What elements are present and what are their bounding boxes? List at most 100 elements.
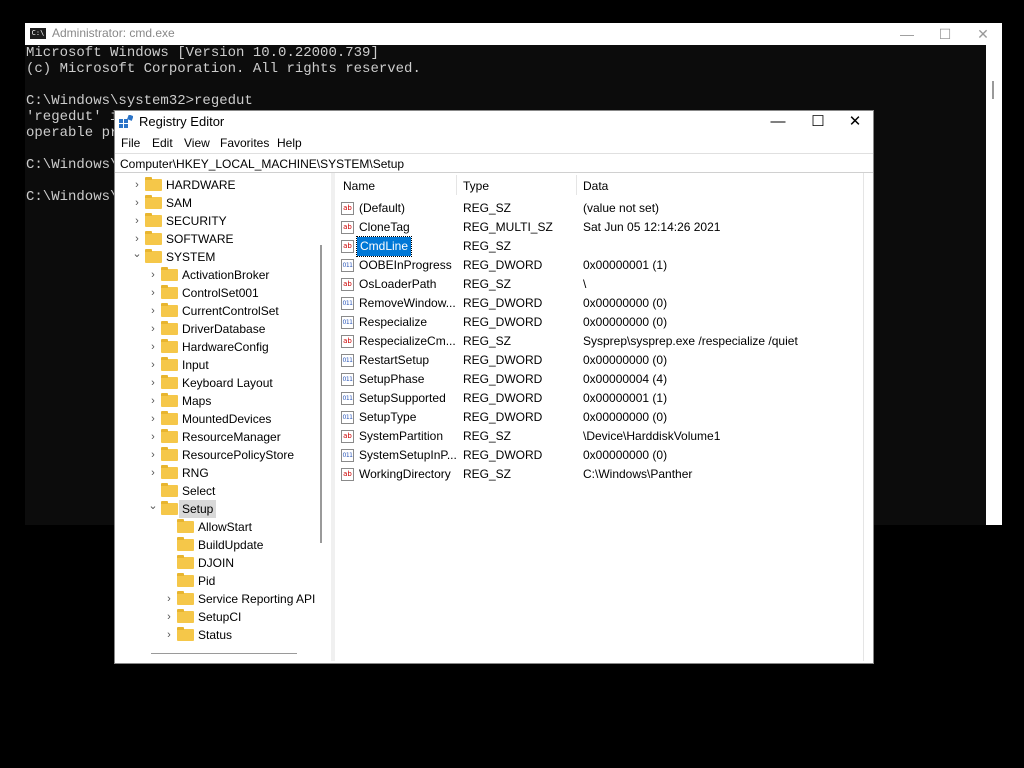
value-name[interactable]: CmdLine	[355, 236, 413, 257]
tree-node-label[interactable]: HARDWARE	[166, 176, 236, 194]
tree-node-label[interactable]: DJOIN	[198, 554, 234, 572]
tree-node[interactable]: › RNG	[119, 464, 319, 482]
chevron-right-icon[interactable]: ›	[131, 176, 143, 194]
tree-node[interactable]: › Service Reporting API	[119, 590, 319, 608]
registry-values-list[interactable]: Name Type Data ab (Default) REG_SZ (value n…	[335, 173, 869, 661]
tree-node[interactable]: › ResourcePolicyStore	[119, 446, 319, 464]
cmd-maximize-button[interactable]: ☐	[926, 23, 964, 45]
address-bar[interactable]: Computer\HKEY_LOCAL_MACHINE\SYSTEM\Setup	[115, 153, 873, 173]
regedit-close-button[interactable]: ✕	[836, 111, 874, 133]
chevron-right-icon[interactable]: ›	[147, 410, 159, 428]
value-name[interactable]: SetupSupported	[359, 389, 446, 408]
tree-node[interactable]: › ResourceManager	[119, 428, 319, 446]
chevron-right-icon[interactable]: ›	[163, 626, 175, 644]
chevron-down-icon[interactable]: ⌄	[147, 497, 159, 515]
value-name[interactable]: SystemPartition	[359, 427, 443, 446]
tree-node[interactable]: › MountedDevices	[119, 410, 319, 428]
tree-node-label[interactable]: DriverDatabase	[182, 320, 265, 338]
tree-node[interactable]: › HARDWARE	[119, 176, 319, 194]
chevron-right-icon[interactable]: ›	[163, 590, 175, 608]
tree-node-label[interactable]: Service Reporting API	[198, 590, 315, 608]
tree-node[interactable]: › DriverDatabase	[119, 320, 319, 338]
regedit-title-bar[interactable]: Registry Editor — ☐ ✕	[115, 111, 873, 133]
chevron-down-icon[interactable]: ⌄	[131, 245, 143, 263]
tree-node[interactable]: › CurrentControlSet	[119, 302, 319, 320]
tree-node[interactable]: › Status	[119, 626, 319, 644]
menu-edit[interactable]: Edit	[152, 136, 173, 150]
tree-node[interactable]: ⌄ SYSTEM	[119, 248, 319, 266]
column-header-data[interactable]: Data	[583, 179, 608, 193]
chevron-right-icon[interactable]: ›	[147, 320, 159, 338]
tree-node-label[interactable]: Status	[198, 626, 232, 644]
value-row[interactable]: ab RespecializeCm... REG_SZ Sysprep\sysprep…	[335, 332, 865, 351]
chevron-right-icon[interactable]: ›	[163, 608, 175, 626]
tree-vertical-scrollbar-thumb[interactable]	[320, 245, 322, 543]
chevron-right-icon[interactable]: ›	[147, 446, 159, 464]
value-row[interactable]: 011 SetupType REG_DWORD 0x00000000 (0)	[335, 408, 865, 427]
column-divider[interactable]	[456, 175, 457, 195]
tree-node-label[interactable]: SECURITY	[166, 212, 227, 230]
tree-node-label[interactable]: SYSTEM	[166, 248, 215, 266]
tree-node-label[interactable]: RNG	[182, 464, 209, 482]
tree-vertical-scrollbar[interactable]	[317, 173, 327, 661]
menu-file[interactable]: File	[121, 136, 140, 150]
tree-node-label[interactable]: SetupCI	[198, 608, 241, 626]
tree-node[interactable]: BuildUpdate	[119, 536, 319, 554]
chevron-right-icon[interactable]: ›	[131, 194, 143, 212]
chevron-right-icon[interactable]: ›	[147, 284, 159, 302]
tree-node[interactable]: › SOFTWARE	[119, 230, 319, 248]
tree-node[interactable]: DJOIN	[119, 554, 319, 572]
value-row[interactable]: 011 RestartSetup REG_DWORD 0x00000000 (0)	[335, 351, 865, 370]
tree-node-label[interactable]: Setup	[179, 500, 217, 518]
value-row[interactable]: ab WorkingDirectory REG_SZ C:\Windows\Panth…	[335, 465, 865, 484]
tree-node-label[interactable]: Select	[182, 482, 215, 500]
value-name[interactable]: OsLoaderPath	[359, 275, 436, 294]
tree-horizontal-scrollbar-thumb[interactable]	[151, 653, 297, 654]
value-name[interactable]: CloneTag	[359, 218, 410, 237]
chevron-right-icon[interactable]: ›	[147, 356, 159, 374]
value-row[interactable]: ab CloneTag REG_MULTI_SZ Sat Jun 05 12:14:2…	[335, 218, 865, 237]
cmd-minimize-button[interactable]: —	[888, 23, 926, 45]
value-row[interactable]: ab CmdLine REG_SZ	[335, 236, 865, 257]
value-name[interactable]: (Default)	[359, 199, 405, 218]
value-row[interactable]: 011 SetupPhase REG_DWORD 0x00000004 (4)	[335, 370, 865, 389]
registry-editor-window[interactable]: Registry Editor — ☐ ✕ File Edit View Fav…	[114, 110, 874, 664]
value-name[interactable]: SystemSetupInP...	[359, 446, 457, 465]
tree-node-label[interactable]: AllowStart	[198, 518, 252, 536]
tree-node[interactable]: › ControlSet001	[119, 284, 319, 302]
tree-node-label[interactable]: MountedDevices	[182, 410, 271, 428]
value-name[interactable]: OOBEInProgress	[359, 256, 452, 275]
tree-node[interactable]: › SAM	[119, 194, 319, 212]
tree-node[interactable]: › ActivationBroker	[119, 266, 319, 284]
value-name[interactable]: SetupType	[359, 408, 416, 427]
tree-node-label[interactable]: Keyboard Layout	[182, 374, 273, 392]
value-name[interactable]: RestartSetup	[359, 351, 429, 370]
tree-node[interactable]: › Keyboard Layout	[119, 374, 319, 392]
registry-key-tree[interactable]: › HARDWARE › SAM › SECURITY › SOFTWARE ⌄ SYSTEM › A…	[119, 173, 320, 661]
tree-node-label[interactable]: SOFTWARE	[166, 230, 234, 248]
column-header-type[interactable]: Type	[463, 179, 489, 193]
tree-node-label[interactable]: BuildUpdate	[198, 536, 263, 554]
cmd-scrollbar[interactable]	[986, 45, 1002, 525]
value-name[interactable]: Respecialize	[359, 313, 427, 332]
cmd-close-button[interactable]: ✕	[964, 23, 1002, 45]
menu-favorites[interactable]: Favorites	[220, 136, 269, 150]
tree-node[interactable]: ⌄ Setup	[119, 500, 319, 518]
address-path[interactable]: Computer\HKEY_LOCAL_MACHINE\SYSTEM\Setup	[120, 154, 404, 174]
value-row[interactable]: 011 RemoveWindow... REG_DWORD 0x00000000 (0…	[335, 294, 865, 313]
tree-node-label[interactable]: ControlSet001	[182, 284, 259, 302]
cmd-scrollbar-thumb[interactable]	[992, 81, 994, 99]
value-name[interactable]: RemoveWindow...	[359, 294, 456, 313]
tree-node[interactable]: › SetupCI	[119, 608, 319, 626]
chevron-right-icon[interactable]: ›	[147, 302, 159, 320]
menu-help[interactable]: Help	[277, 136, 302, 150]
value-name[interactable]: RespecializeCm...	[359, 332, 456, 351]
chevron-right-icon[interactable]: ›	[147, 374, 159, 392]
value-row[interactable]: 011 OOBEInProgress REG_DWORD 0x00000001 (1)	[335, 256, 865, 275]
tree-node-label[interactable]: CurrentControlSet	[182, 302, 279, 320]
tree-node-label[interactable]: Pid	[198, 572, 215, 590]
tree-node[interactable]: › HardwareConfig	[119, 338, 319, 356]
value-row[interactable]: 011 SetupSupported REG_DWORD 0x00000001 (1)	[335, 389, 865, 408]
menu-view[interactable]: View	[184, 136, 210, 150]
tree-node-label[interactable]: ResourcePolicyStore	[182, 446, 294, 464]
